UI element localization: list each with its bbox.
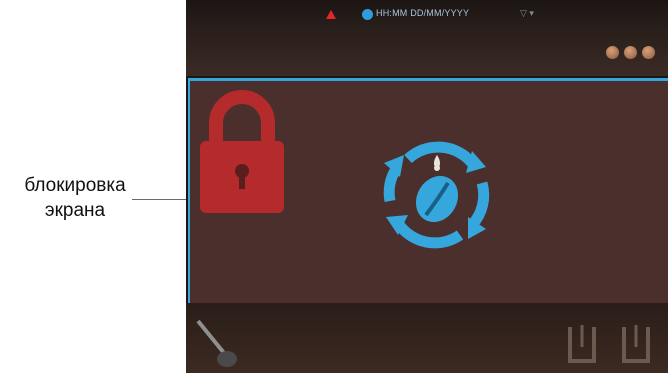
bottom-bar (186, 303, 668, 373)
callout-line-1: блокировка (24, 175, 126, 196)
rinse-cycle-icon (383, 141, 490, 249)
top-band (186, 32, 668, 76)
page-dot[interactable] (642, 46, 655, 59)
page-dot[interactable] (606, 46, 619, 59)
cup-icon[interactable] (618, 323, 654, 367)
steam-wand-icon[interactable] (194, 317, 240, 369)
device-screen: HH:MM DD/MM/YYYY ▽ ▾ (186, 0, 668, 373)
callout-label: блокировка экрана (0, 173, 150, 223)
status-dropdown[interactable]: ▽ ▾ (520, 8, 534, 19)
padlock-icon[interactable] (196, 85, 288, 213)
cup-icon[interactable] (564, 323, 600, 367)
page-dot[interactable] (624, 46, 637, 59)
date-time: HH:MM DD/MM/YYYY (376, 8, 470, 18)
warning-icon[interactable] (326, 10, 336, 19)
callout-line-2: экрана (44, 200, 106, 221)
clock-icon (362, 9, 373, 20)
screen-lock-panel (188, 78, 668, 303)
status-bar: HH:MM DD/MM/YYYY ▽ ▾ (186, 0, 668, 32)
